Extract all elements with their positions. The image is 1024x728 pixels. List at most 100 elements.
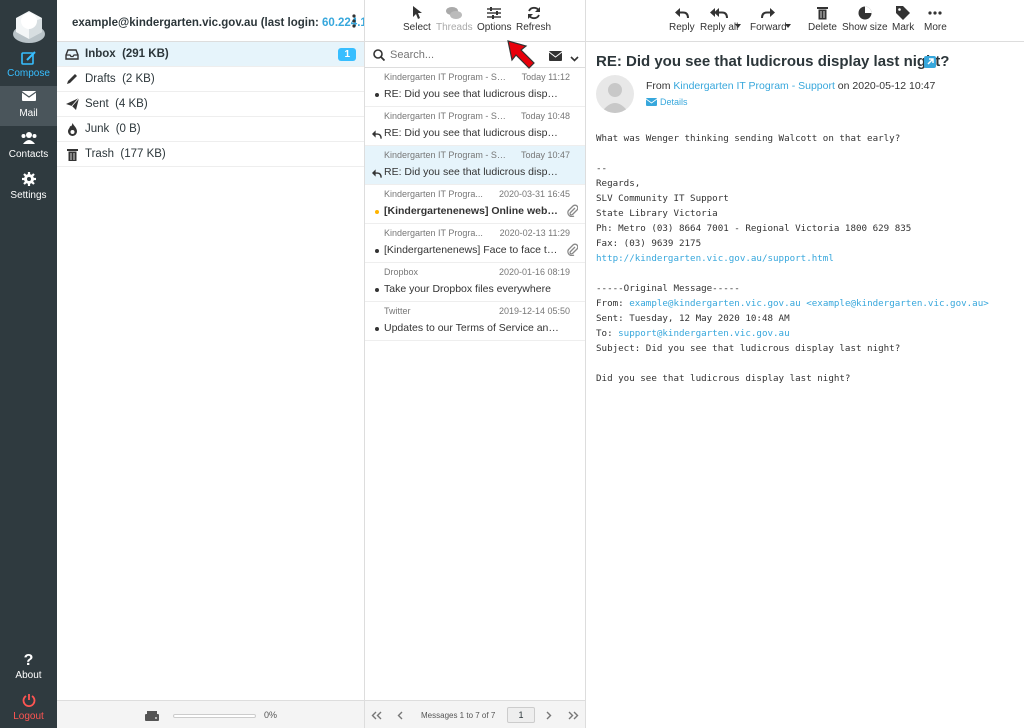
forward-icon (761, 8, 776, 19)
folder-trash[interactable]: Trash (177 KB) (57, 142, 364, 167)
replied-icon (372, 129, 382, 139)
folder-inbox[interactable]: Inbox (291 KB) 1 (57, 42, 364, 67)
reply-all-dropdown-icon[interactable] (735, 17, 741, 31)
reply-all-button[interactable]: Reply all (700, 6, 738, 33)
unread-badge: 1 (338, 47, 356, 61)
paperclip-icon (567, 243, 579, 259)
more-label: More (924, 22, 947, 33)
roundcube-logo[interactable] (9, 4, 49, 44)
red-arrow-annotation-icon (507, 40, 535, 69)
contacts-button[interactable]: Contacts (0, 127, 57, 167)
envelope-icon[interactable] (548, 50, 563, 64)
next-page-icon[interactable] (546, 709, 552, 723)
message-row[interactable]: Kindergarten IT Program - Su... Today 11:… (365, 68, 585, 107)
account-header: example@kindergarten.vic.gov.au (last lo… (57, 0, 364, 42)
about-button[interactable]: ? About (0, 648, 57, 688)
threads-label: Threads (436, 22, 473, 33)
compose-button[interactable]: Compose (0, 46, 57, 86)
details-link[interactable]: Details (645, 97, 688, 107)
sender-link[interactable]: Kindergarten IT Program - Support (673, 80, 834, 92)
show-size-label: Show size (842, 22, 888, 33)
folder-label: Junk (85, 123, 110, 135)
mark-button[interactable]: Mark (892, 6, 914, 33)
message-row[interactable]: Kindergarten IT Program - Su... Today 10:… (365, 107, 585, 146)
sliders-icon (487, 7, 502, 19)
body-line: What was Wenger thinking sending Walcott… (596, 133, 901, 144)
message-date: 2019-12-14 05:50 (498, 306, 570, 316)
message-subject: Take your Dropbox files everywhere (384, 283, 551, 295)
message-from: Kindergarten IT Program - Su... (384, 150, 508, 160)
select-button[interactable]: Select (403, 6, 431, 33)
message-body: What was Wenger thinking sending Walcott… (596, 131, 1016, 386)
refresh-icon (527, 6, 540, 20)
from-line: From Kindergarten IT Program - Support o… (646, 80, 935, 92)
prev-page-icon[interactable] (397, 709, 403, 723)
message-date: on 2020-05-12 10:47 (834, 80, 936, 92)
envelope-icon (0, 90, 57, 108)
orig-from-bracket-link[interactable]: <example@kindergarten.vic.gov.au> (806, 298, 989, 309)
open-in-new-window-icon[interactable] (924, 56, 936, 68)
message-row[interactable]: Twitter 2019-12-14 05:50 Updates to our Te… (365, 302, 585, 341)
message-dot-icon (372, 90, 382, 100)
forward-button[interactable]: Forward (750, 6, 787, 33)
message-date: Today 10:47 (520, 150, 570, 160)
last-page-icon[interactable] (568, 709, 579, 723)
message-subject: RE: Did you see that ludicrous display l… (384, 127, 560, 139)
mark-label: Mark (892, 22, 915, 33)
message-from: Kindergarten IT Program - Su... (384, 111, 508, 121)
message-row[interactable]: Kindergarten IT Program - Su... Today 10:… (365, 146, 585, 185)
replied-icon (372, 168, 382, 178)
orig-to-email-link[interactable]: support@kindergarten.vic.gov.au (618, 328, 789, 339)
folder-label: Inbox (85, 48, 116, 60)
forward-dropdown-icon[interactable] (785, 17, 791, 31)
folder-sent[interactable]: Sent (4 KB) (57, 92, 364, 117)
flagged-dot-icon (372, 207, 382, 217)
forward-label: Forward (750, 22, 787, 33)
first-page-icon[interactable] (371, 709, 382, 723)
comments-icon (446, 7, 463, 19)
refresh-button[interactable]: Refresh (516, 6, 551, 33)
settings-button[interactable]: Settings (0, 168, 57, 208)
orig-to-label: To: (596, 328, 619, 339)
compose-icon (0, 50, 57, 68)
delete-button[interactable]: Delete (808, 6, 837, 33)
message-subject: [Kindergartenenews] Online webinars... (384, 205, 560, 217)
message-subject: [Kindergartenenews] Face to face trai... (384, 244, 560, 256)
reply-all-icon (710, 8, 729, 19)
search-icon[interactable] (373, 49, 386, 64)
search-bar (365, 42, 585, 68)
more-button[interactable]: More (924, 6, 947, 33)
account-menu-icon[interactable] (352, 14, 356, 31)
quota-footer: 0% (57, 700, 364, 728)
orig-from-email-link[interactable]: example@kindergarten.vic.gov.au (629, 298, 800, 309)
cursor-icon (412, 6, 422, 19)
support-url-link[interactable]: http://kindergarten.vic.gov.au/support.h… (596, 253, 834, 264)
page-number-input[interactable]: 1 (507, 707, 535, 723)
refresh-label: Refresh (516, 22, 552, 33)
message-row[interactable]: Dropbox 2020-01-16 08:19 Take your Dropbox… (365, 263, 585, 302)
hard-drive-icon (145, 710, 159, 724)
message-row[interactable]: Kindergarten IT Progra... 2020-03-31 16:4… (365, 185, 585, 224)
contacts-label: Contacts (8, 149, 49, 160)
details-label: Details (660, 97, 688, 107)
trash-icon (816, 7, 828, 20)
orig-body: Did you see that ludicrous display last … (596, 373, 851, 384)
pencil-icon (65, 72, 79, 86)
chevron-down-icon[interactable] (570, 51, 579, 65)
reply-label: Reply (669, 22, 695, 33)
users-icon (0, 131, 57, 149)
threads-button[interactable]: Threads (436, 6, 473, 33)
logout-button[interactable]: Logout (0, 689, 57, 728)
message-row[interactable]: Kindergarten IT Progra... 2020-02-13 11:2… (365, 224, 585, 263)
options-button[interactable]: Options (477, 6, 511, 33)
folder-drafts[interactable]: Drafts (2 KB) (57, 67, 364, 92)
compose-label: Compose (7, 68, 50, 79)
quota-bar (173, 714, 256, 718)
mail-button[interactable]: Mail (0, 86, 57, 126)
show-size-button[interactable]: Show size (842, 6, 888, 33)
folder-junk[interactable]: Junk (0 B) (57, 117, 364, 142)
mail-label: Mail (19, 108, 38, 119)
reply-button[interactable]: Reply (669, 6, 695, 33)
message-subject: RE: Did you see that ludicrous display l… (384, 88, 560, 100)
envelope-icon (645, 98, 658, 106)
